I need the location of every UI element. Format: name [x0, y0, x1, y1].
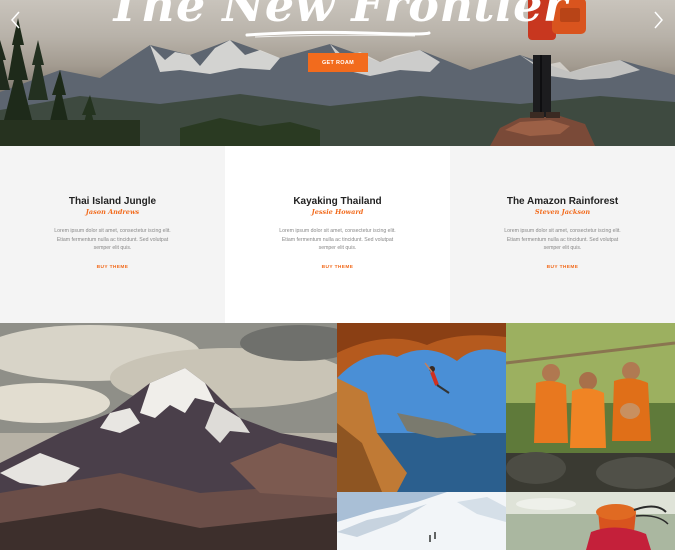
card-title: The Amazon Rainforest	[506, 196, 619, 207]
chevron-left-icon[interactable]	[8, 10, 24, 30]
gallery-image-climber[interactable]	[337, 323, 506, 492]
tour-card: Thai Island Jungle Jason Andrews Lorem i…	[0, 146, 225, 323]
card-author: Jessie Howard	[311, 208, 364, 216]
gallery-image-mountain[interactable]	[0, 323, 337, 550]
card-description: Lorem ipsum dolor sit amet, consectetur …	[54, 228, 171, 252]
hero-title: The New Frontier	[107, 0, 568, 32]
card-title: Kayaking Thailand	[293, 196, 382, 207]
card-author: Steven Jackson	[534, 208, 591, 216]
buy-theme-link[interactable]: BUY THEME	[0, 265, 225, 270]
photo-gallery	[0, 323, 675, 550]
card-title: Thai Island Jungle	[68, 196, 157, 207]
buy-theme-link[interactable]: BUY THEME	[450, 265, 675, 270]
tour-cards: Thai Island Jungle Jason Andrews Lorem i…	[0, 146, 675, 323]
card-description: Lorem ipsum dolor sit amet, consectetur …	[504, 228, 621, 252]
gallery-image-traveler[interactable]	[506, 492, 675, 550]
tour-card: The Amazon Rainforest Steven Jackson Lor…	[450, 146, 675, 323]
gallery-image-snow-ridge[interactable]	[337, 492, 506, 550]
card-description: Lorem ipsum dolor sit amet, consectetur …	[279, 228, 396, 252]
card-author: Jason Andrews	[85, 208, 140, 216]
brush-underline	[245, 30, 431, 38]
buy-theme-link[interactable]: BUY THEME	[225, 265, 450, 270]
hero-banner: The New Frontier GET ROAM	[0, 0, 675, 146]
gallery-image-monks[interactable]	[506, 323, 675, 492]
get-roam-button[interactable]: GET ROAM	[308, 53, 368, 72]
chevron-right-icon[interactable]	[650, 10, 666, 30]
tour-card: Kayaking Thailand Jessie Howard Lorem ip…	[225, 146, 450, 323]
